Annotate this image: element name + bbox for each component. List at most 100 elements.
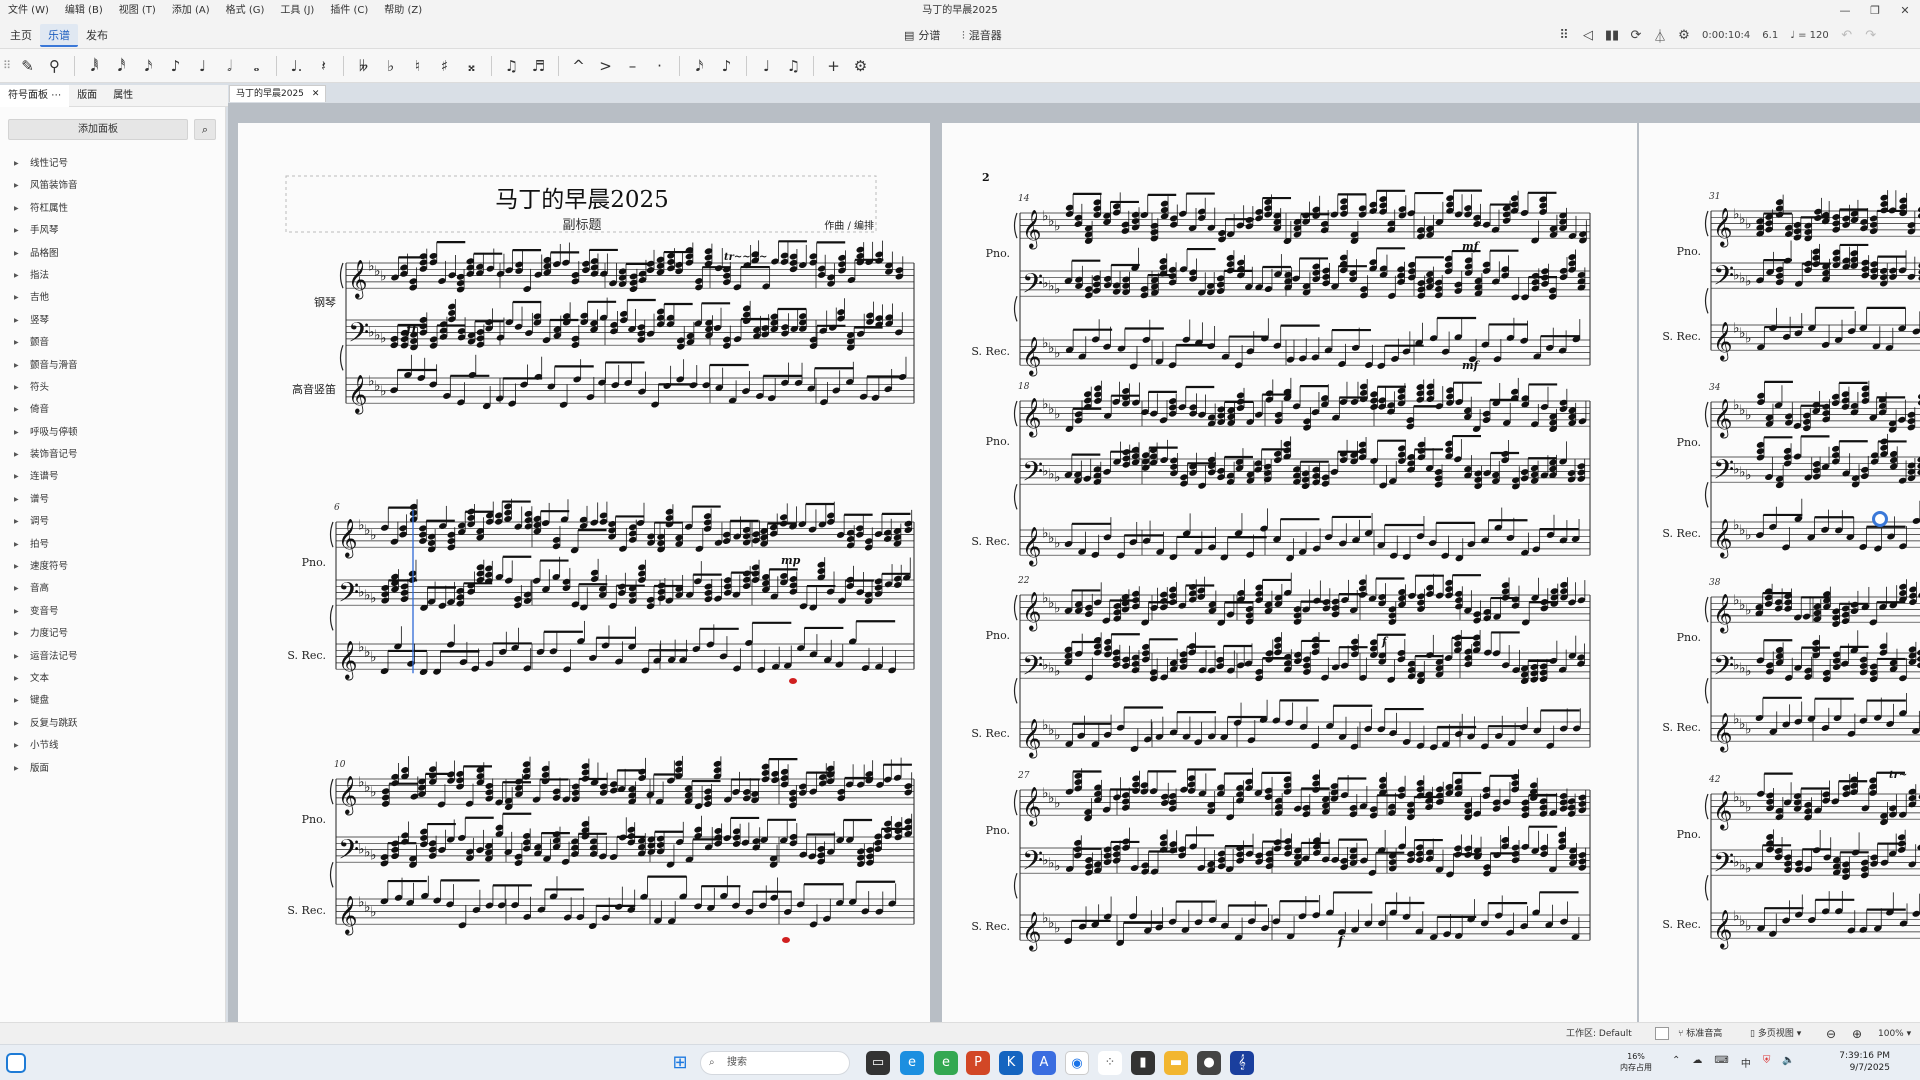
task-view-icon[interactable]: ▭ [866,1051,890,1075]
eighth-note-icon[interactable]: ♪ [162,52,189,80]
tenuto-icon[interactable]: – [619,52,646,80]
palette-item[interactable]: ▶ 指法 [0,265,226,287]
sixteenth-note-icon[interactable]: 𝅘𝅥𝅯 [135,52,162,80]
palette-item[interactable]: ▶ 吉他 [0,287,226,309]
add-palettes-button[interactable]: 添加面板 [8,119,188,140]
expand-arrow-icon[interactable]: ▶ [14,198,20,220]
loop-icon[interactable]: ⟳ [1624,28,1648,43]
app-a-icon[interactable]: A [1032,1051,1056,1075]
taskbar-search[interactable]: ⌕ 搜索 [700,1051,850,1075]
palette-item[interactable]: ▶ 力度记号 [0,623,226,645]
zoom-in-icon[interactable]: ⊕ [1852,1023,1862,1045]
dot-icon[interactable]: ♩. [283,52,310,80]
sharp-icon[interactable]: ♯ [431,52,458,80]
double-flat-icon[interactable]: 𝄫 [350,52,377,80]
palette-item[interactable]: ▶ 变音号 [0,601,226,623]
restore-button[interactable]: ❐ [1860,0,1890,22]
file-explorer-icon[interactable]: ▬ [1164,1051,1188,1075]
tray-expand-icon[interactable]: ⌃ [1672,1055,1680,1070]
musescore-icon[interactable]: 𝄞 [1230,1051,1254,1075]
view-mode-dropdown[interactable]: ▯ 多页视图 ▾ [1750,1023,1801,1045]
flat-icon[interactable]: ♭ [377,52,404,80]
palette-item[interactable]: ▶ 调号 [0,511,226,533]
expand-arrow-icon[interactable]: ▶ [14,399,20,421]
palette-item[interactable]: ▶ 倚音 [0,399,226,421]
undo-icon[interactable]: ↶ [1835,28,1859,43]
voice-1-icon[interactable]: ♩ [753,52,780,80]
menu-help[interactable]: 帮助 (Z) [376,0,430,22]
tie-icon[interactable]: ♫ [498,52,525,80]
expand-arrow-icon[interactable]: ▶ [14,578,20,600]
rest-icon[interactable]: 𝄽 [310,52,337,80]
score-page-1[interactable]: 马丁的早晨2025 副标题 作曲 / 编排 𝄞 ♭ ♭ ♭ 𝄢 ♭ ♭ ♭ 𝄞 ♭ ♭ ♭ 钢琴 高音竖笛 ff t… [238,123,930,1022]
sixtyfourth-note-icon[interactable]: 𝅘𝅥𝅱 [81,52,108,80]
concert-pitch-toggle[interactable]: ⑂ 标准音高 [1678,1023,1722,1045]
expand-arrow-icon[interactable]: ▶ [14,153,20,175]
palette-item[interactable]: ▶ 运音法记号 [0,646,226,668]
windows-start-icon[interactable]: ⊞ [668,1051,692,1075]
marcato-icon[interactable]: ^ [565,52,592,80]
tab-publish[interactable]: 发布 [78,24,116,47]
rewind-icon[interactable]: ◁ [1576,28,1600,43]
palette-item[interactable]: ▶ 小节线 [0,735,226,757]
tuplet-icon[interactable]: 𝅘𝅥𝅯 [686,52,713,80]
navigator-handle[interactable] [1872,511,1888,527]
expand-arrow-icon[interactable]: ▶ [14,489,20,511]
flip-direction-icon[interactable]: ♪ [713,52,740,80]
edge-icon[interactable]: e [900,1051,924,1075]
palette-item[interactable]: ▶ 风笛装饰音 [0,175,226,197]
volume-icon[interactable]: 🔈 [1782,1055,1794,1070]
menu-add[interactable]: 添加 (A) [164,0,218,22]
palette-item[interactable]: ▶ 符头 [0,377,226,399]
score-page-1-svg[interactable]: 马丁的早晨2025副标题 作曲 / 编排𝄞 ♭ ♭ ♭𝄢♭ ♭ ♭𝄞 ♭ ♭ ♭钢琴高音竖笛fft… [238,123,930,1022]
redo-icon[interactable]: ↷ [1859,28,1883,43]
more-icon[interactable]: ⋯ [51,90,61,101]
tab-home[interactable]: 主页 [2,24,40,47]
expand-arrow-icon[interactable]: ▶ [14,332,20,354]
input-mode-icon[interactable]: ⚲ [41,52,68,80]
expand-arrow-icon[interactable]: ▶ [14,758,20,780]
menu-edit[interactable]: 编辑 (B) [57,0,111,22]
palette-item[interactable]: ▶ 拍号 [0,534,226,556]
palette-item[interactable]: ▶ 符杠属性 [0,198,226,220]
menu-plugins[interactable]: 插件 (C) [322,0,376,22]
pause-icon[interactable]: ▮▮ [1600,28,1624,43]
expand-arrow-icon[interactable]: ▶ [14,735,20,757]
tab-properties[interactable]: 属性 [105,85,141,107]
palette-item[interactable]: ▶ 反复与跳跃 [0,713,226,735]
palette-item[interactable]: ▶ 音高 [0,578,226,600]
natural-icon[interactable]: ♮ [404,52,431,80]
expand-arrow-icon[interactable]: ▶ [14,601,20,623]
zoom-dropdown[interactable]: 100% ▾ [1878,1023,1911,1045]
taskbar-clock[interactable]: 7:39:16 PM 9/7/2025 [1839,1050,1890,1074]
palette-item[interactable]: ▶ 手风琴 [0,220,226,242]
app-record-icon[interactable]: ● [1197,1051,1221,1075]
expand-arrow-icon[interactable]: ▶ [14,355,20,377]
concert-pitch-checkbox[interactable] [1655,1027,1669,1040]
app-dark-icon[interactable]: ▮ [1131,1051,1155,1075]
score-page-3[interactable]: 𝄞 ♭ ♭ ♭ 𝄢 ♭ ♭ ♭ 𝄞 ♭ ♭ ♭ Pno. S. Rec. 31 𝄞 ♭ ♭ ♭ 𝄢 ♭ ♭ ♭ 𝄞 ♭ ♭ ♭ Pno… [1639,123,1920,1022]
expand-arrow-icon[interactable]: ▶ [14,243,20,265]
cloud-icon[interactable]: ☁ [1692,1055,1702,1070]
thirtysecond-note-icon[interactable]: 𝅘𝅥𝅰 [108,52,135,80]
cpu-widget[interactable]: 16% 内存占用 [1620,1051,1652,1073]
settings-icon[interactable]: ⚙ [1672,28,1696,43]
score-page-2[interactable]: 2 𝄞 ♭ ♭ ♭ 𝄢 ♭ ♭ ♭ 𝄞 ♭ ♭ ♭ Pno. S. Rec. 14 𝄞 ♭ ♭ ♭ 𝄢 ♭ ♭ ♭ 𝄞 ♭ ♭ ♭ Pn… [942,123,1637,1022]
voice-2-icon[interactable]: ♫ [780,52,807,80]
expand-arrow-icon[interactable]: ▶ [14,534,20,556]
parts-button[interactable]: ▤ 分谱 [904,26,940,45]
widgets-icon[interactable] [6,1053,26,1073]
palette-item[interactable]: ▶ 键盘 [0,690,226,712]
slur-icon[interactable]: ♬ [525,52,552,80]
expand-arrow-icon[interactable]: ▶ [14,690,20,712]
expand-arrow-icon[interactable]: ▶ [14,646,20,668]
quarter-note-icon[interactable]: ♩ [189,52,216,80]
drag-handle-icon[interactable]: ⠿ [1552,28,1576,43]
expand-arrow-icon[interactable]: ▶ [14,175,20,197]
customize-toolbar-icon[interactable]: ⚙ [847,52,874,80]
expand-arrow-icon[interactable]: ▶ [14,713,20,735]
palette-item[interactable]: ▶ 速度符号 [0,556,226,578]
menu-tools[interactable]: 工具 (J) [272,0,322,22]
expand-arrow-icon[interactable]: ▶ [14,265,20,287]
staccato-icon[interactable]: · [646,52,673,80]
